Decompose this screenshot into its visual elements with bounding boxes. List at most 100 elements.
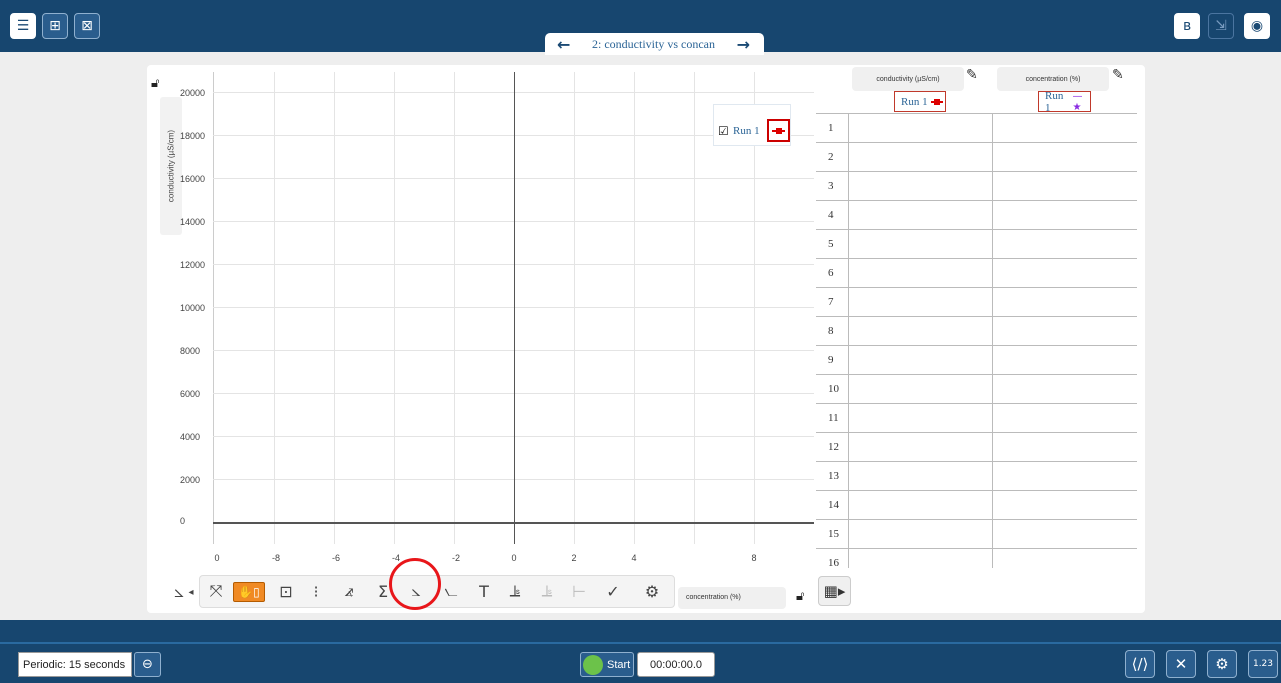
x-tick-label: 8 bbox=[751, 553, 757, 563]
y-tick-label: 4000 bbox=[180, 432, 201, 442]
y-tick-label: 6000 bbox=[180, 389, 201, 399]
table-column-divider bbox=[848, 113, 849, 568]
y-tick-label: 10000 bbox=[180, 303, 206, 313]
row-number: 11 bbox=[828, 412, 839, 424]
check-icon[interactable]: ✓ bbox=[602, 579, 624, 603]
x-axis-lock-icon[interactable]: 🔓︎ bbox=[796, 589, 804, 604]
table-row[interactable]: 7 bbox=[816, 288, 1137, 317]
x-tick-label: -6 bbox=[331, 553, 341, 563]
table-row[interactable]: 8 bbox=[816, 317, 1137, 346]
table-row[interactable]: 5 bbox=[816, 230, 1137, 259]
row-number: 4 bbox=[828, 209, 834, 221]
arrow-left-icon[interactable]: ← bbox=[557, 35, 570, 54]
grid-line bbox=[694, 72, 695, 544]
table-row[interactable]: 15 bbox=[816, 520, 1137, 549]
column-header-conductivity[interactable]: conductivity (µS/cm) bbox=[852, 67, 964, 91]
start-button[interactable]: Start bbox=[580, 652, 634, 677]
legend-checkbox[interactable]: ☑ bbox=[718, 124, 729, 138]
y-axis-label: conductivity (µS/cm) bbox=[166, 129, 176, 203]
table-row[interactable]: 13 bbox=[816, 462, 1137, 491]
row-number: 6 bbox=[828, 267, 834, 279]
y-tick-label: 8000 bbox=[180, 346, 201, 356]
column-run-label: Run 1 —★ bbox=[1038, 89, 1091, 114]
y-tick-label: 12000 bbox=[180, 260, 206, 270]
menu-icon[interactable]: ☰ bbox=[10, 13, 36, 39]
table-row[interactable]: 9 bbox=[816, 346, 1137, 375]
delete-page-icon[interactable]: ⊠ bbox=[74, 13, 100, 39]
grid-line bbox=[334, 72, 335, 544]
table-row[interactable]: 14 bbox=[816, 491, 1137, 520]
grid-line bbox=[634, 72, 635, 544]
data-table: 1 2 3 4 5 6 7 8 9 10 11 12 13 14 15 16 bbox=[816, 113, 1137, 568]
table-row[interactable]: 12 bbox=[816, 433, 1137, 462]
row-number: 13 bbox=[828, 470, 839, 482]
chevron-left-icon[interactable]: ◂ bbox=[186, 580, 196, 604]
record-dot-icon bbox=[583, 654, 603, 675]
y-tick-label: 14000 bbox=[180, 217, 206, 227]
x-tick-label: -4 bbox=[391, 553, 401, 563]
page-title[interactable]: 2: conductivity vs concan bbox=[592, 37, 715, 52]
x-tick-label: -8 bbox=[271, 553, 281, 563]
x-tick-label: 4 bbox=[631, 553, 637, 563]
row-number: 10 bbox=[828, 383, 839, 395]
delete-point-icon[interactable]: ⫡ bbox=[536, 579, 558, 603]
edit-pencil-icon[interactable]: ✎ bbox=[1112, 67, 1130, 87]
display-mode-icon[interactable]: ⟨/⟩ bbox=[1125, 650, 1155, 678]
y-tick-label: 18000 bbox=[180, 131, 206, 141]
table-row[interactable]: 10 bbox=[816, 375, 1137, 404]
integral-icon[interactable]: ⊢ bbox=[568, 579, 590, 603]
table-row[interactable]: 16 bbox=[816, 549, 1137, 568]
row-number: 16 bbox=[828, 557, 839, 568]
highlight-circle bbox=[389, 558, 441, 610]
meter-icon[interactable]: 1.23 bbox=[1248, 650, 1278, 678]
y-tick-label: 20000 bbox=[180, 88, 206, 98]
purple-star-marker-icon: —★ bbox=[1072, 90, 1083, 113]
row-number: 12 bbox=[828, 441, 839, 453]
x-tick-label: 2 bbox=[571, 553, 577, 563]
autoscale-icon[interactable]: ⤧ bbox=[205, 579, 227, 603]
sensor-settings-icon[interactable]: ⚙ bbox=[1207, 650, 1237, 678]
table-row[interactable]: 3 bbox=[816, 172, 1137, 201]
hand-pan-icon[interactable]: ✋▯ bbox=[233, 582, 265, 602]
table-column-divider bbox=[992, 113, 993, 568]
y-axis-lock-icon[interactable]: 🔓︎ bbox=[151, 76, 159, 91]
x-axis-line bbox=[213, 522, 814, 524]
tools-icon[interactable]: ✕ bbox=[1166, 650, 1196, 678]
table-options-icon[interactable]: ▦▸ bbox=[818, 576, 851, 606]
bluetooth-icon[interactable]: ʙ bbox=[1174, 13, 1200, 39]
tangent-icon[interactable]: ⦨ bbox=[338, 579, 360, 603]
settings-gear-icon[interactable]: ⚙ bbox=[641, 579, 663, 603]
linear-fit-icon[interactable]: ⦦ bbox=[440, 579, 462, 603]
add-point-icon[interactable]: ⫡ bbox=[504, 579, 526, 603]
table-row[interactable]: 6 bbox=[816, 259, 1137, 288]
plot-left-border bbox=[213, 72, 214, 544]
page-navigator: ← 2: conductivity vs concan → bbox=[545, 33, 764, 55]
graph-legend: ☑ Run 1 bbox=[713, 104, 791, 146]
red-square-marker-icon bbox=[772, 128, 785, 134]
sampling-mode-field[interactable]: Periodic: 15 seconds bbox=[18, 652, 132, 677]
row-number: 2 bbox=[828, 151, 834, 163]
legend-marker-button[interactable] bbox=[767, 119, 790, 142]
run-label-text: Run 1 bbox=[1045, 89, 1064, 114]
annotation-text-icon[interactable]: T bbox=[473, 579, 495, 603]
zoom-box-icon[interactable]: ⊡ bbox=[275, 579, 297, 603]
edit-pencil-icon[interactable]: ✎ bbox=[966, 67, 984, 87]
table-row[interactable]: 11 bbox=[816, 404, 1137, 433]
add-page-icon[interactable]: ⊞ bbox=[42, 13, 68, 39]
sampling-settings-icon[interactable]: ⊖ bbox=[134, 652, 161, 677]
row-number: 1 bbox=[828, 122, 834, 134]
row-number: 5 bbox=[828, 238, 834, 250]
column-header-concentration[interactable]: concentration (%) bbox=[997, 67, 1109, 91]
table-row[interactable]: 4 bbox=[816, 201, 1137, 230]
x-axis-selector[interactable]: concentration (%) bbox=[678, 587, 786, 609]
camera-icon[interactable]: ◉ bbox=[1244, 13, 1270, 39]
zoom-out-icon[interactable]: ⁝ bbox=[305, 579, 327, 603]
grid-line bbox=[394, 72, 395, 544]
arrow-right-icon[interactable]: → bbox=[737, 35, 750, 54]
table-row[interactable]: 2 bbox=[816, 143, 1137, 172]
table-row[interactable]: 1 bbox=[816, 114, 1137, 143]
export-icon[interactable]: ⇲ bbox=[1208, 13, 1234, 39]
row-number: 7 bbox=[828, 296, 834, 308]
row-number: 8 bbox=[828, 325, 834, 337]
grid-line bbox=[574, 72, 575, 544]
